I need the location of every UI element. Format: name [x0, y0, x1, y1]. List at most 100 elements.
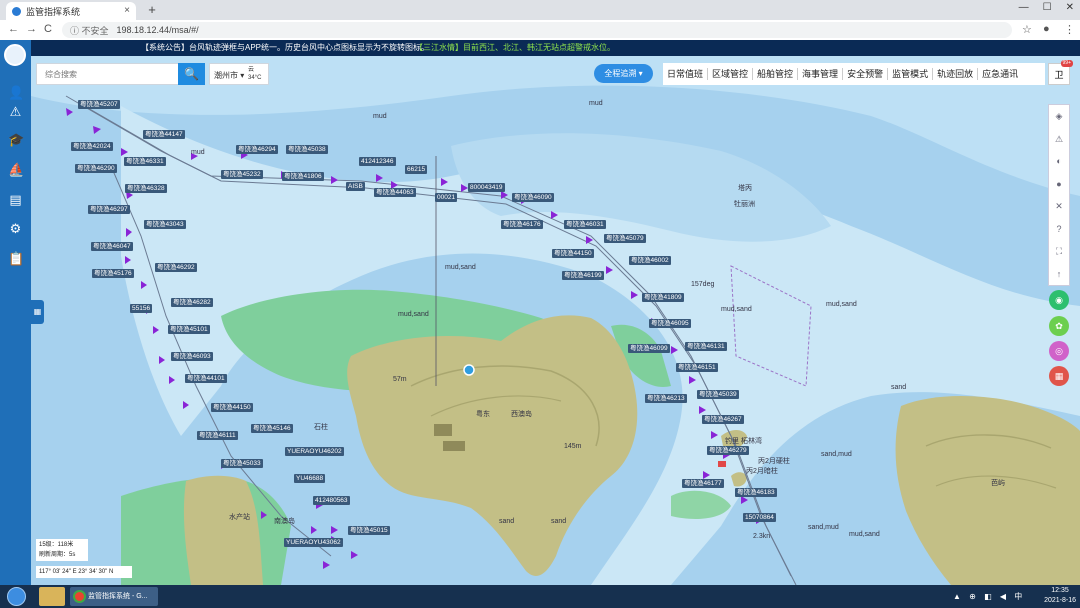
taskbar-chrome-app[interactable]: 监管指挥系统 - G...	[70, 587, 158, 606]
north-arrow-icon[interactable]: ↑	[1049, 263, 1069, 286]
ship-label[interactable]: 412412346	[359, 157, 396, 166]
ship-label[interactable]: 粤饶渔45176	[92, 269, 134, 278]
headset-icon[interactable]: ◉	[1049, 290, 1069, 310]
document-icon[interactable]: ▤	[8, 192, 23, 207]
menu-area-control[interactable]: 区域管控	[708, 68, 754, 80]
ship-label[interactable]: 粤饶渔46131	[685, 342, 727, 351]
contrast-icon[interactable]: ◐	[1049, 150, 1069, 173]
ship-label[interactable]: 粤饶渔46331	[124, 157, 166, 166]
menu-daily-duty[interactable]: 日常值班	[663, 68, 709, 80]
ship-label[interactable]: 粤饶渔45015	[348, 526, 390, 535]
user-button[interactable]: 卫 99+	[1048, 60, 1073, 85]
url-field[interactable]: ⓘ 不安全 198.18.12.44/msa/#/	[62, 22, 1012, 38]
forward-button[interactable]: →	[26, 23, 37, 35]
ship-label[interactable]: 粤饶渔46292	[155, 263, 197, 272]
help-icon[interactable]: ?	[1049, 218, 1069, 241]
reload-button[interactable]: C	[44, 23, 52, 35]
ship-icon[interactable]: ⛵	[8, 162, 24, 177]
ship-label[interactable]: 粤饶渔46111	[197, 431, 238, 440]
ship-label[interactable]: 粤饶渔44101	[185, 374, 227, 383]
ship-label[interactable]: 粤饶渔46002	[629, 256, 671, 265]
search-button[interactable]: 🔍	[178, 63, 205, 85]
fullscreen-icon[interactable]: ⛶	[1049, 240, 1069, 263]
ship-label[interactable]: 粤饶渔46282	[171, 298, 213, 307]
menu-track-playback[interactable]: 轨迹回放	[933, 68, 979, 80]
ship-label[interactable]: 粤饶渔44147	[143, 130, 185, 139]
calendar-icon[interactable]: ▦	[1049, 366, 1069, 386]
ship-label[interactable]: 粤饶渔46090	[512, 193, 554, 202]
ship-label[interactable]: 粤饶渔45101	[168, 325, 210, 334]
weather-widget[interactable]: 潮州市 ▾ 云 34°C	[209, 63, 269, 85]
ship-label[interactable]: 粤饶渔46294	[236, 145, 278, 154]
tab-close-icon[interactable]: ×	[124, 5, 130, 16]
menu-ship-control[interactable]: 船舶管控	[753, 68, 799, 80]
ship-label[interactable]: 粤饶渔46151	[676, 363, 718, 372]
back-button[interactable]: ←	[8, 23, 19, 35]
ship-label[interactable]: 粤饶渔46290	[75, 164, 117, 173]
ship-label[interactable]: 粤饶渔46328	[125, 184, 167, 193]
ship-label[interactable]: 粤饶渔45146	[251, 424, 293, 433]
ship-label[interactable]: 粤饶渔43043	[144, 220, 186, 229]
search-input[interactable]	[43, 64, 177, 84]
ship-label[interactable]: 粤饶渔45079	[604, 234, 646, 243]
minimize-button[interactable]: —	[1019, 2, 1029, 13]
menu-safety-warning[interactable]: 安全预警	[843, 68, 889, 80]
ship-label[interactable]: 800043419	[468, 183, 505, 192]
ship-label[interactable]: 粤饶渔45232	[221, 170, 263, 179]
file-explorer-icon[interactable]	[39, 587, 65, 606]
ship-label[interactable]: 粤饶渔41806	[282, 172, 324, 181]
panel-expand-button[interactable]: ▦	[31, 300, 44, 324]
layers-icon[interactable]: ◈	[1049, 105, 1069, 128]
sun-icon[interactable]: ✿	[1049, 316, 1069, 336]
education-icon[interactable]: 🎓	[8, 132, 24, 147]
user-icon[interactable]: 👤	[8, 85, 24, 100]
ship-label[interactable]: YU46688	[294, 474, 326, 483]
ship-label[interactable]: 粤饶渔45207	[78, 100, 120, 109]
ship-label[interactable]: 粤饶渔46297	[88, 205, 130, 214]
clipboard-icon[interactable]: 📋	[8, 251, 24, 266]
ship-label[interactable]: 412480563	[313, 496, 350, 505]
start-button-icon[interactable]	[7, 587, 26, 606]
city-select[interactable]: 潮州市 ▾	[214, 70, 244, 81]
ship-label[interactable]: 15070864	[743, 513, 776, 522]
ship-label[interactable]: 粤饶渔46183	[735, 488, 777, 497]
close-window-button[interactable]: ✕	[1066, 2, 1074, 13]
maximize-button[interactable]: ☐	[1043, 2, 1052, 13]
ship-label[interactable]: YUERAOYU46202	[285, 447, 344, 456]
system-notice[interactable]: 【系统公告】台风轨迹弹框与APP统一。历史台风中心点图标显示为不旋转图标。	[141, 40, 429, 56]
profile-icon[interactable]: ●	[1043, 23, 1050, 35]
ship-label[interactable]: 粤饶渔46095	[649, 319, 691, 328]
ship-label[interactable]: 粤饶渔46099	[628, 344, 670, 353]
people-icon[interactable]: ◎	[1049, 341, 1069, 361]
ship-label[interactable]: 粤饶渔46093	[171, 352, 213, 361]
measure-tool-icon[interactable]: ✕	[1049, 195, 1069, 218]
ship-label[interactable]: 粤饶渔46279	[707, 446, 749, 455]
ship-label[interactable]: 粤饶渔45038	[286, 145, 328, 154]
ship-label[interactable]: 粤饶渔42024	[71, 142, 113, 151]
record-icon[interactable]: ●	[1049, 173, 1069, 196]
menu-supervision-mode[interactable]: 监管模式	[888, 68, 934, 80]
ship-label[interactable]: 粤饶渔46199	[562, 271, 604, 280]
menu-emergency-comm[interactable]: 应急通讯	[978, 68, 1022, 80]
security-indicator[interactable]: ⓘ 不安全	[70, 24, 109, 37]
ship-label[interactable]: 66215	[405, 165, 428, 174]
tracking-dropdown-button[interactable]: 全程追溯 ▾	[594, 64, 653, 83]
browser-menu-icon[interactable]: ⋮	[1064, 23, 1075, 36]
warning-icon[interactable]: ⚠	[1049, 128, 1069, 151]
ship-label[interactable]: 粤饶渔45033	[221, 459, 263, 468]
menu-maritime-management[interactable]: 海事管理	[798, 68, 844, 80]
bookmark-star-icon[interactable]: ☆	[1022, 23, 1032, 36]
ship-label[interactable]: 粤饶渔46047	[91, 242, 133, 251]
ship-label[interactable]: 粤饶渔41809	[642, 293, 684, 302]
ship-label[interactable]: 粤饶渔46176	[501, 220, 543, 229]
ship-label[interactable]: 粤饶渔44150	[211, 403, 253, 412]
ship-label[interactable]: YUERAOYU43062	[284, 538, 343, 547]
ship-label[interactable]: 粤饶渔44150	[552, 249, 594, 258]
water-notice[interactable]: 【三江水情】目前西江、北江、韩江无站点超警戒水位。	[415, 40, 615, 56]
ship-label[interactable]: 55156	[130, 304, 153, 313]
settings-icon[interactable]: ⚙	[8, 221, 23, 236]
ship-label[interactable]: 粤饶渔46177	[682, 479, 724, 488]
alert-icon[interactable]: ⚠	[8, 104, 23, 119]
ship-label[interactable]: AISB	[346, 182, 365, 191]
ship-label[interactable]: 粤饶渔46267	[702, 415, 744, 424]
